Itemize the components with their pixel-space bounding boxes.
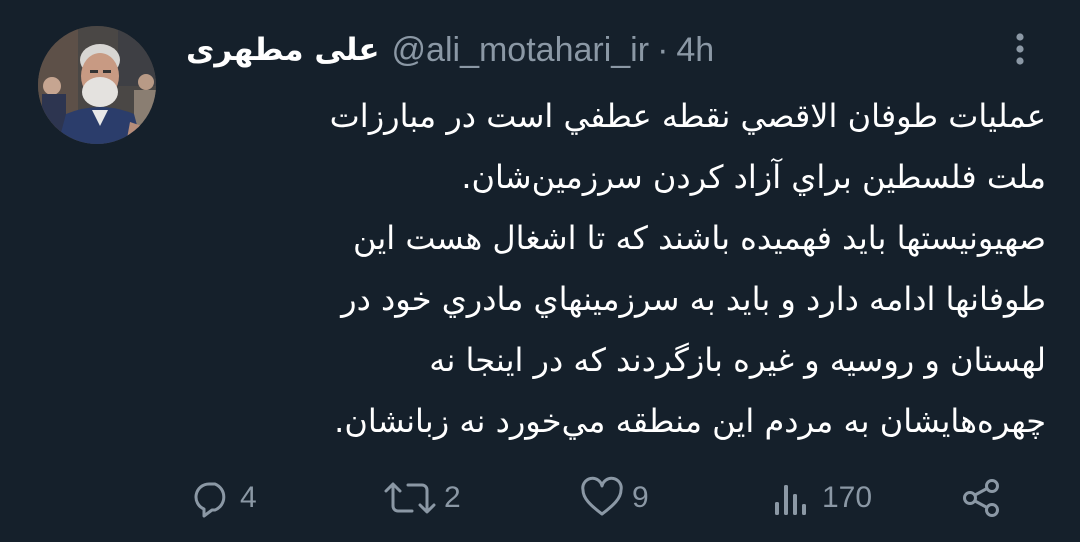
retweet-icon [384,482,436,514]
tweet-header: علی مطهری @ali_motahari_ir · 4h [186,22,714,78]
reply-icon [194,482,226,518]
more-options-button[interactable] [1002,28,1038,72]
tweet: علی مطهری @ali_motahari_ir · 4h عمليات ط… [0,0,1080,542]
tweet-text-line: طوفانها ادامه دارد و بايد به سرزمينهاي م… [341,280,1046,318]
heart-icon [581,476,623,516]
tweet-text-line: عمليات طوفان الاقصي نقطه عطفي است در مبا… [329,97,1046,135]
display-name[interactable]: علی مطهری [186,32,380,68]
views-count: 170 [822,481,873,514]
separator-dot: · [657,30,669,69]
like-count: 9 [632,481,649,514]
tweet-text-line: ملت فلسطين براي آزاد كردن سرزمين‌شان. [461,158,1046,196]
avatar[interactable] [38,26,156,144]
share-icon [963,479,999,517]
avatar-photo [38,26,156,144]
reply-count: 4 [240,481,257,514]
tweet-actions: 4 2 9 170 [0,470,1080,526]
views-icon [775,485,806,515]
retweet-button[interactable]: 2 [382,470,461,526]
user-handle[interactable]: @ali_motahari_ir [392,31,650,70]
tweet-text-line: چهره‌هايشان به مردم اين منطقه مي‌خورد نه… [334,402,1046,440]
retweet-count: 2 [444,481,461,514]
tweet-text: عمليات طوفان الاقصي نقطه عطفي است در مبا… [186,86,1046,452]
views-button[interactable]: 170 [768,470,872,526]
more-vertical-icon [1016,33,1024,65]
tweet-text-line: صهيونيستها بايد فهميده باشند كه تا اشغال… [353,219,1046,257]
timestamp[interactable]: 4h [676,31,714,70]
like-button[interactable]: 9 [578,470,649,526]
share-button[interactable] [958,470,1006,526]
reply-button[interactable]: 4 [190,470,257,526]
tweet-text-line: لهستان و روسيه و غيره بازگردند كه در اين… [429,341,1046,379]
